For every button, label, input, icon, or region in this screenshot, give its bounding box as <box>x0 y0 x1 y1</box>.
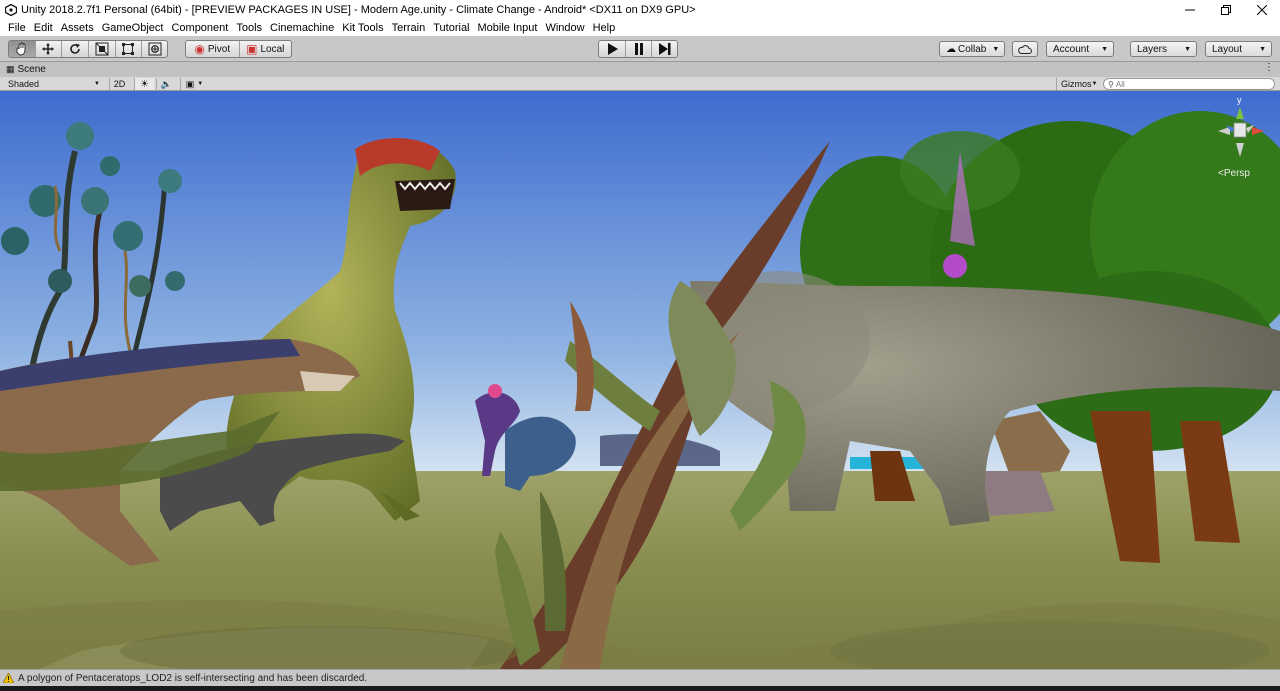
scene-view-controls: Shaded ▼ 2D ☀ 🔈 ▣ ▼ Gizmos ▼ ⚲ All <box>0 77 1280 91</box>
status-bar[interactable]: A polygon of Pentaceratops_LOD2 is self-… <box>0 669 1280 686</box>
account-label: Account <box>1053 43 1090 55</box>
title-bar: Unity 2018.2.7f1 Personal (64bit) - [PRE… <box>0 0 1280 19</box>
menu-help[interactable]: Help <box>589 22 620 34</box>
pivot-toggle-group: ◉ Pivot ▣ Local <box>185 40 292 58</box>
menu-file[interactable]: File <box>4 22 30 34</box>
cloud-icon <box>1018 44 1032 54</box>
local-label: Local <box>260 43 285 55</box>
warning-icon <box>3 673 14 683</box>
status-message: A polygon of Pentaceratops_LOD2 is self-… <box>18 672 368 684</box>
transform-icon[interactable] <box>142 41 167 57</box>
scene-search-input[interactable]: ⚲ All <box>1103 78 1275 90</box>
taskbar-strip <box>0 686 1280 691</box>
menu-tools[interactable]: Tools <box>232 22 266 34</box>
mode-2d-label: 2D <box>113 79 126 89</box>
mode-2d-button[interactable]: 2D <box>109 78 129 90</box>
menu-mobile-input[interactable]: Mobile Input <box>474 22 542 34</box>
minimize-icon[interactable] <box>1172 0 1208 19</box>
orientation-gizmo[interactable]: y <box>1212 95 1268 161</box>
move-icon[interactable] <box>36 41 63 57</box>
lighting-toggle[interactable]: ☀ <box>134 78 154 90</box>
close-icon[interactable] <box>1244 0 1280 19</box>
gizmos-dropdown[interactable]: Gizmos ▼ <box>1056 78 1100 90</box>
scene-tab-bar: ▦ Scene ⋮ <box>0 62 1280 77</box>
search-icon: ⚲ <box>1108 79 1114 89</box>
pivot-icon: ◉ <box>194 42 205 56</box>
rect-icon[interactable] <box>116 41 143 57</box>
scene-viewport[interactable]: y <Persp <box>0 91 1280 669</box>
window-controls <box>1172 0 1280 19</box>
menu-kit-tools[interactable]: Kit Tools <box>338 22 387 34</box>
chevron-down-icon: ▼ <box>1101 45 1108 53</box>
local-icon: ▣ <box>246 42 258 56</box>
chevron-down-icon: ▼ <box>1259 45 1266 53</box>
scene-tab-label: Scene <box>17 64 46 75</box>
chevron-down-icon: ▼ <box>94 81 100 87</box>
layout-dropdown[interactable]: Layout ▼ <box>1205 41 1272 57</box>
chevron-down-icon: ▼ <box>197 81 204 87</box>
tab-menu-icon[interactable]: ⋮ <box>1264 62 1274 73</box>
search-placeholder: All <box>1115 79 1125 89</box>
menu-terrain[interactable]: Terrain <box>388 22 430 34</box>
layout-label: Layout <box>1212 43 1243 55</box>
shading-mode-label: Shaded <box>8 79 40 89</box>
scale-icon[interactable] <box>89 41 116 57</box>
light-icon: ☀ <box>140 78 149 90</box>
window-title: Unity 2018.2.7f1 Personal (64bit) - [PRE… <box>21 3 696 16</box>
menu-assets[interactable]: Assets <box>57 22 98 34</box>
cloud-services-button[interactable] <box>1012 41 1038 57</box>
main-toolbar: ◉ Pivot ▣ Local ☁ Collab ▼ Account ▼ Lay… <box>0 36 1280 62</box>
collab-label: Collab <box>958 43 987 55</box>
menu-component[interactable]: Component <box>167 22 232 34</box>
maximize-icon[interactable] <box>1208 0 1244 19</box>
account-dropdown[interactable]: Account ▼ <box>1046 41 1114 57</box>
menu-edit[interactable]: Edit <box>30 22 57 34</box>
layers-dropdown[interactable]: Layers ▼ <box>1130 41 1197 57</box>
shading-mode-dropdown[interactable]: Shaded ▼ <box>4 78 104 90</box>
scene-render <box>0 91 1280 669</box>
menu-cinemachine[interactable]: Cinemachine <box>266 22 338 34</box>
speaker-icon: 🔈 <box>160 78 173 89</box>
layers-label: Layers <box>1137 43 1168 55</box>
gizmo-y-label: y <box>1237 95 1242 105</box>
tab-scene[interactable]: ▦ Scene <box>0 62 52 77</box>
play-icon[interactable] <box>599 41 626 57</box>
menu-gameobject[interactable]: GameObject <box>98 22 168 34</box>
step-icon[interactable] <box>652 41 677 57</box>
unity-logo-icon <box>4 3 18 17</box>
image-icon: ▣ <box>185 78 195 89</box>
pivot-label: Pivot <box>207 43 231 55</box>
chevron-down-icon: ▼ <box>992 45 1000 53</box>
pivot-button[interactable]: ◉ Pivot <box>186 41 240 57</box>
projection-label: Persp <box>1223 168 1250 179</box>
hand-icon[interactable] <box>9 41 36 57</box>
chevron-down-icon: ▼ <box>1184 45 1191 53</box>
menu-window[interactable]: Window <box>541 22 588 34</box>
rotate-icon[interactable] <box>62 41 89 57</box>
effects-dropdown[interactable]: ▣ ▼ <box>180 78 208 90</box>
audio-toggle[interactable]: 🔈 <box>156 78 176 90</box>
menu-tutorial[interactable]: Tutorial <box>429 22 473 34</box>
scene-grid-icon: ▦ <box>6 64 15 74</box>
playback-controls <box>598 40 678 58</box>
collab-dropdown[interactable]: ☁ Collab ▼ <box>939 41 1005 57</box>
projection-toggle[interactable]: <Persp <box>1218 168 1250 179</box>
local-button[interactable]: ▣ Local <box>240 41 292 57</box>
pause-icon[interactable] <box>626 41 652 57</box>
gizmos-label: Gizmos <box>1061 79 1092 89</box>
chevron-down-icon: ▼ <box>1091 81 1098 87</box>
menu-bar: File Edit Assets GameObject Component To… <box>0 19 1280 36</box>
cloud-check-icon: ☁ <box>946 43 956 55</box>
transform-tools <box>8 40 168 58</box>
